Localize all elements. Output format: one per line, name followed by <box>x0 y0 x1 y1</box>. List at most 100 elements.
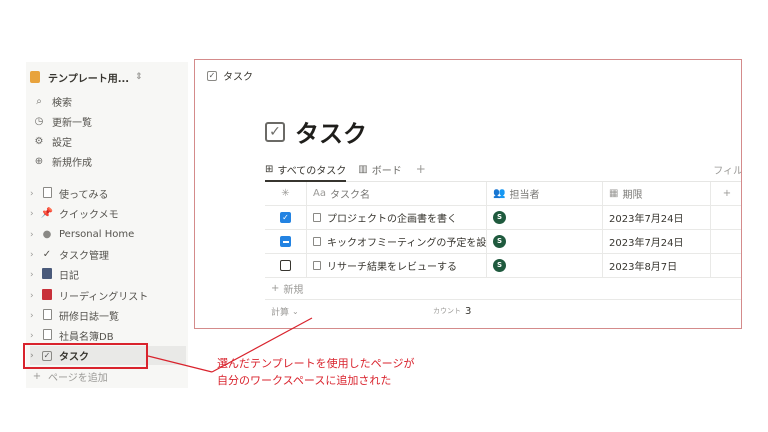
highlight-box <box>23 343 148 369</box>
page-label: 研修日誌一覧 <box>59 312 119 323</box>
task-name-cell[interactable]: キックオフミーティングの予定を設 <box>307 230 487 253</box>
page-label: Personal Home <box>59 229 135 240</box>
count-value: 3 <box>465 305 472 317</box>
workspace-name: テンプレート用... <box>48 73 130 85</box>
sidebar-nav-new[interactable]: ⊕ 新規作成 <box>32 152 92 170</box>
page-title[interactable]: タスク <box>295 114 367 149</box>
page-icon <box>40 328 54 343</box>
sidebar: テンプレート用... ⇕ ⌕ 検索 ◷ 更新一覧 ⚙ 設定 ⊕ 新規作成 › 使… <box>26 62 188 388</box>
notebook-icon <box>40 267 54 282</box>
loading-spinner-icon: ✳ <box>281 188 290 199</box>
task-name: リサーチ結果をレビューする <box>327 262 457 273</box>
people-icon: 👥 <box>493 188 506 199</box>
calculation-row: 計算 ⌄ カウント 3 <box>265 300 741 322</box>
main-panel: ✓ タスク ✓ タスク ⊞ すべてのタスク ▥ ボード + フィル ✳ Aa タ… <box>194 59 742 329</box>
tab-label: すべてのタスク <box>277 165 347 177</box>
new-row-label: 新規 <box>283 285 304 296</box>
name-column-header[interactable]: Aa タスク名 <box>307 182 487 205</box>
chevron-right-icon[interactable]: › <box>30 331 40 341</box>
task-name-cell[interactable]: リサーチ結果をレビューする <box>307 254 487 277</box>
task-checkbox[interactable]: ✓ <box>280 212 291 223</box>
workspace-book-icon <box>30 71 40 83</box>
owner-column-header[interactable]: 👥 担当者 <box>487 182 603 205</box>
annotation-line-2: 自分のワークスペースに追加された <box>217 374 392 387</box>
search-icon: ⌕ <box>36 95 42 107</box>
due-cell[interactable]: 2023年7月24日 <box>603 206 711 229</box>
breadcrumb[interactable]: ✓ タスク <box>207 68 253 83</box>
table-row: キックオフミーティングの予定を設 S 2023年7月24日 <box>265 230 741 254</box>
page-icon <box>313 237 321 246</box>
sidebar-page-reading-list[interactable]: › リーディングリスト <box>30 286 186 305</box>
page-icon <box>313 213 321 222</box>
task-checkbox[interactable] <box>280 236 291 247</box>
page-header: ✓ タスク <box>265 114 367 149</box>
sidebar-page-diary[interactable]: › 日記 <box>30 265 186 284</box>
sidebar-page-tsukatte[interactable]: › 使ってみる <box>30 184 186 203</box>
add-column-button[interactable]: + <box>711 182 741 205</box>
avatar: S <box>493 211 506 224</box>
status-column-header[interactable]: ✳ <box>265 182 307 205</box>
breadcrumb-label: タスク <box>223 72 253 83</box>
chevron-updown-icon: ⇕ <box>135 72 143 82</box>
nav-label: 更新一覧 <box>52 117 92 129</box>
due-cell[interactable]: 2023年7月24日 <box>603 230 711 253</box>
due-column-header[interactable]: ▦ 期限 <box>603 182 711 205</box>
calc-label: 計算 <box>271 307 290 318</box>
plus-circle-icon: ⊕ <box>34 155 44 167</box>
nav-label: 検索 <box>52 97 72 109</box>
avatar: S <box>493 259 506 272</box>
page-label: 社員名簿DB <box>59 332 114 343</box>
empty-cell <box>711 254 741 277</box>
add-view-button[interactable]: + <box>416 158 426 180</box>
tab-all-tasks[interactable]: ⊞ すべてのタスク <box>265 158 347 182</box>
page-icon <box>313 261 321 270</box>
task-checkbox[interactable] <box>280 260 291 271</box>
due-cell[interactable]: 2023年8月7日 <box>603 254 711 277</box>
column-label: タスク名 <box>329 190 370 201</box>
checkmark-icon: ✓ <box>42 249 52 260</box>
task-name-cell[interactable]: プロジェクトの企画書を書く <box>307 206 487 229</box>
owner-cell[interactable]: S <box>487 254 603 277</box>
pushpin-icon: 📌 <box>40 208 54 219</box>
nav-label: 新規作成 <box>52 157 92 169</box>
page-checkbox-icon[interactable]: ✓ <box>265 121 285 142</box>
chevron-right-icon[interactable]: › <box>30 230 40 240</box>
sidebar-nav-updates[interactable]: ◷ 更新一覧 <box>32 112 92 130</box>
chevron-right-icon[interactable]: › <box>30 270 40 280</box>
workspace-switcher[interactable]: テンプレート用... ⇕ <box>30 66 143 88</box>
checkbox-icon: ✓ <box>207 70 217 81</box>
page-label: 日記 <box>59 271 79 282</box>
sidebar-page-task-management[interactable]: › ✓ タスク管理 <box>30 245 186 264</box>
chevron-right-icon[interactable]: › <box>30 291 40 301</box>
chevron-right-icon[interactable]: › <box>30 189 40 199</box>
sidebar-page-quickmemo[interactable]: › 📌 クイックメモ <box>30 204 186 223</box>
sidebar-page-personal-home[interactable]: › ● Personal Home <box>30 225 186 244</box>
red-book-icon <box>40 288 54 303</box>
owner-cell[interactable]: S <box>487 230 603 253</box>
annotation-text: 選んだテンプレートを使用したページが 自分のワークスペースに追加された <box>217 355 414 389</box>
tab-label: ボード <box>371 165 402 177</box>
chevron-right-icon[interactable]: › <box>30 250 40 260</box>
gear-icon: ⚙ <box>34 135 44 147</box>
calculate-button[interactable]: 計算 ⌄ <box>265 305 433 318</box>
tab-board[interactable]: ▥ ボード <box>358 158 401 180</box>
owner-cell[interactable]: S <box>487 206 603 229</box>
page-label: リーディングリスト <box>59 292 149 303</box>
task-table: ✳ Aa タスク名 👥 担当者 ▦ 期限 + ✓ プロジェクトの企画書を書く S… <box>265 182 741 322</box>
task-name: プロジェクトの企画書を書く <box>327 214 457 225</box>
page-label: 使ってみる <box>59 190 109 201</box>
table-row: リサーチ結果をレビューする S 2023年8月7日 <box>265 254 741 278</box>
new-row-button[interactable]: + 新規 <box>265 278 741 300</box>
add-page-button[interactable]: + ページを追加 <box>30 369 108 384</box>
sidebar-page-training-log[interactable]: › 研修日誌一覧 <box>30 306 186 325</box>
sidebar-nav-settings[interactable]: ⚙ 設定 <box>32 132 72 150</box>
person-icon: ● <box>42 229 52 240</box>
chevron-right-icon[interactable]: › <box>30 311 40 321</box>
filter-button[interactable]: フィル <box>713 162 741 177</box>
page-label: タスク管理 <box>59 251 109 262</box>
chevron-right-icon[interactable]: › <box>30 209 40 219</box>
sidebar-nav-search[interactable]: ⌕ 検索 <box>32 92 72 110</box>
view-tabs: ⊞ すべてのタスク ▥ ボード + フィル <box>265 158 741 182</box>
empty-cell <box>711 230 741 253</box>
table-header-row: ✳ Aa タスク名 👥 担当者 ▦ 期限 + <box>265 182 741 206</box>
